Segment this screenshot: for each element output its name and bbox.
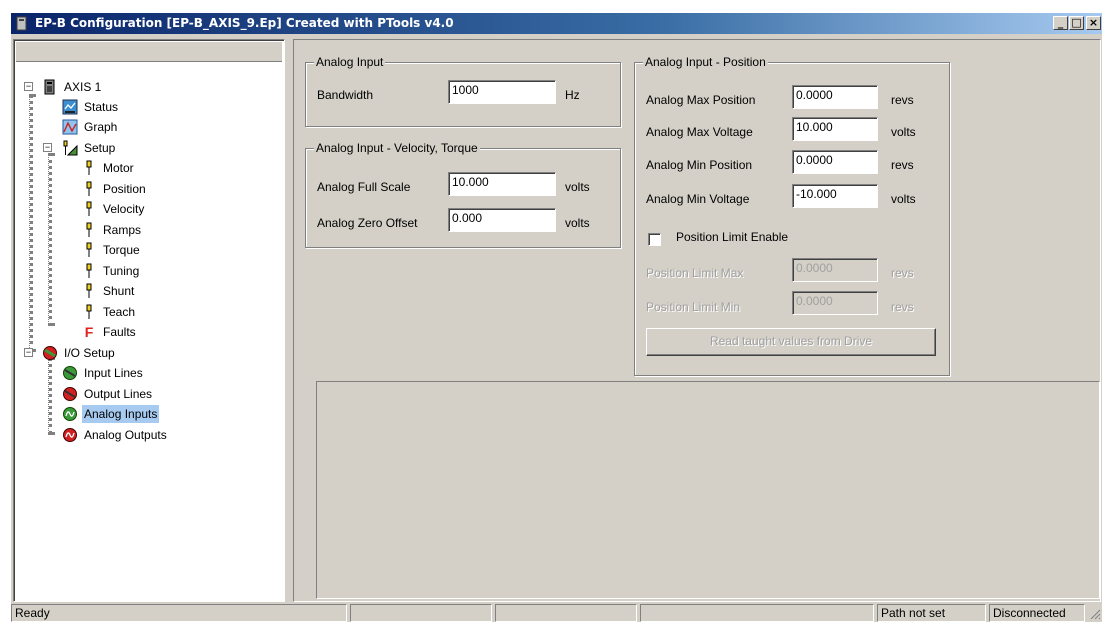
main-window: EP-B Configuration [EP-B_AXIS_9.Ep] Crea… — [10, 12, 1102, 622]
tree-item-label: Position — [103, 182, 146, 196]
min-voltage-unit: volts — [891, 192, 916, 206]
min-position-label: Analog Min Position — [646, 158, 753, 172]
axis-expander[interactable]: − — [24, 82, 33, 91]
status-bar: Ready Path not set Disconnected — [11, 602, 1102, 623]
status-pane — [350, 604, 492, 622]
faults-icon: F — [84, 324, 94, 340]
tree-item-label: AXIS 1 — [64, 80, 102, 94]
input-lines-icon — [63, 366, 77, 380]
tree-item-label: Torque — [103, 243, 140, 257]
tree-line — [48, 357, 52, 435]
tree-header — [16, 42, 282, 62]
tree-item-label: Ramps — [103, 223, 142, 237]
limit-max-label: Position Limit Max — [646, 266, 744, 280]
tree-line — [48, 153, 52, 326]
limit-min-label: Position Limit Min — [646, 300, 741, 314]
max-position-unit: revs — [891, 93, 914, 107]
status-connection: Disconnected — [989, 604, 1085, 622]
zero-offset-label: Analog Zero Offset — [317, 216, 418, 230]
pin-icon — [86, 283, 92, 298]
tree-item-label: Input Lines — [84, 366, 143, 380]
max-position-label: Analog Max Position — [646, 93, 756, 107]
limit-min-input[interactable]: 0.0000 — [792, 291, 878, 315]
bandwidth-input[interactable]: 1000 — [448, 80, 556, 104]
pin-icon — [86, 181, 92, 196]
navigation-tree[interactable]: − AXIS 1 Status Graph − Setup Motor Posi… — [13, 39, 285, 602]
full-scale-label: Analog Full Scale — [317, 180, 411, 194]
max-voltage-label: Analog Max Voltage — [646, 125, 753, 139]
pin-icon — [86, 222, 92, 237]
pin-icon — [86, 304, 92, 319]
tree-item-label: Shunt — [103, 284, 135, 298]
group-title: Analog Input - Velocity, Torque — [314, 141, 480, 155]
tree-item-label: I/O Setup — [64, 346, 115, 360]
analog-inputs-panel: Analog Input Bandwidth 1000 Hz Analog In… — [293, 39, 1101, 602]
max-position-input[interactable]: 0.0000 — [792, 85, 878, 109]
zero-offset-input[interactable]: 0.000 — [448, 208, 556, 232]
position-limit-enable-checkbox[interactable] — [648, 233, 661, 246]
tree-item-label: Velocity — [103, 202, 145, 216]
bandwidth-label: Bandwidth — [317, 88, 374, 102]
tree-item-label: Teach — [103, 305, 136, 319]
pin-icon — [86, 263, 92, 278]
setup-expander[interactable]: − — [43, 143, 52, 152]
pin-icon — [86, 242, 92, 257]
velocity-torque-group: Analog Input - Velocity, Torque Analog F… — [305, 141, 621, 248]
tree-item-label: Faults — [103, 325, 136, 339]
group-title: Analog Input - Position — [643, 55, 768, 69]
analog-inputs-icon — [63, 407, 77, 421]
status-path: Path not set — [877, 604, 986, 622]
tree-line — [29, 94, 33, 352]
limit-max-input[interactable]: 0.0000 — [792, 258, 878, 282]
tree-item-label: Output Lines — [84, 387, 153, 401]
status-ready: Ready — [11, 604, 347, 622]
minimize-button[interactable]: _ — [1053, 16, 1068, 30]
min-position-input[interactable]: 0.0000 — [792, 150, 878, 174]
position-group: Analog Input - Position Analog Max Posit… — [634, 55, 950, 376]
resize-grip-icon[interactable] — [1089, 608, 1101, 620]
analog-input-group: Analog Input Bandwidth 1000 Hz — [305, 55, 621, 127]
group-title: Analog Input — [314, 55, 386, 69]
pane-splitter[interactable] — [288, 39, 292, 602]
output-lines-icon — [63, 387, 77, 401]
tree-item-label: Motor — [103, 161, 134, 175]
zero-offset-unit: volts — [565, 216, 590, 230]
app-icon — [16, 16, 27, 31]
min-position-unit: revs — [891, 158, 914, 172]
max-voltage-input[interactable]: 10.000 — [792, 117, 878, 141]
status-pane — [495, 604, 637, 622]
title-bar[interactable]: EP-B Configuration [EP-B_AXIS_9.Ep] Crea… — [11, 13, 1102, 34]
full-scale-unit: volts — [565, 180, 590, 194]
lower-panel — [316, 381, 1100, 599]
io-setup-expander[interactable]: − — [24, 348, 33, 357]
full-scale-input[interactable]: 10.000 — [448, 172, 556, 196]
pin-icon — [86, 160, 92, 175]
graph-icon — [62, 119, 78, 135]
status-pane — [640, 604, 874, 622]
limit-min-unit: revs — [891, 300, 914, 314]
setup-icon — [63, 140, 78, 156]
pin-icon — [86, 201, 92, 216]
tree-item-label: Status — [84, 100, 119, 114]
bandwidth-unit: Hz — [565, 88, 580, 102]
drive-icon — [44, 79, 55, 95]
tree-item-label: Analog Inputs — [82, 405, 160, 423]
tree-item-label: Tuning — [103, 264, 140, 278]
analog-outputs-icon — [63, 428, 77, 442]
maximize-button[interactable]: □ — [1069, 16, 1084, 30]
tree-item-label: Setup — [84, 141, 116, 155]
limit-max-unit: revs — [891, 266, 914, 280]
window-title: EP-B Configuration [EP-B_AXIS_9.Ep] Crea… — [35, 16, 454, 30]
io-icon — [43, 346, 57, 360]
max-voltage-unit: volts — [891, 125, 916, 139]
read-taught-values-button[interactable]: Read taught values from Drive — [646, 328, 936, 356]
status-icon — [62, 99, 78, 115]
close-button[interactable]: × — [1086, 16, 1101, 30]
min-voltage-label: Analog Min Voltage — [646, 192, 750, 206]
tree-item-label: Graph — [84, 120, 118, 134]
position-limit-enable-label[interactable]: Position Limit Enable — [676, 230, 788, 244]
tree-item-label: Analog Outputs — [84, 428, 167, 442]
min-voltage-input[interactable]: -10.000 — [792, 184, 878, 208]
